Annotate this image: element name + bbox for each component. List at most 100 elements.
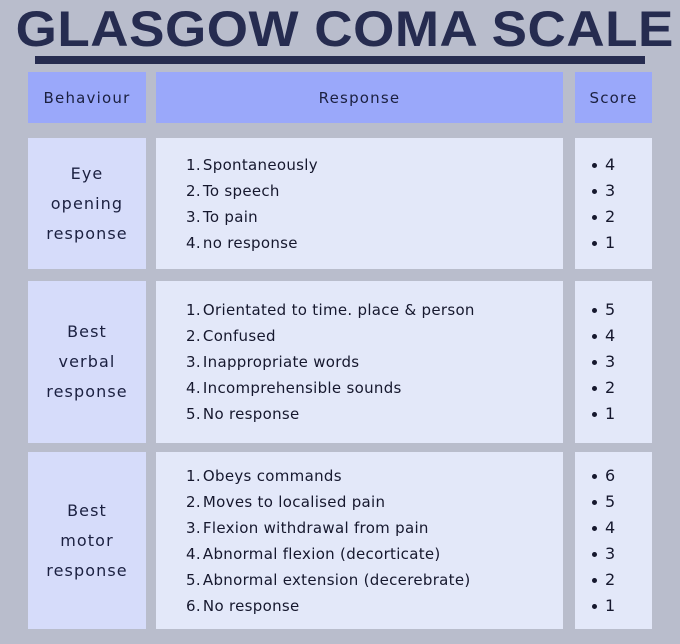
table-header-row: Behaviour Response Score <box>0 72 680 123</box>
response-item-text: Obeys commands <box>202 466 342 485</box>
score-cell: 4321 <box>575 138 652 269</box>
header-label-score: Score <box>589 88 638 107</box>
score-list-item: 3 <box>591 178 615 204</box>
response-list-item: 3. To pain <box>186 204 318 230</box>
score-list-item: 4 <box>591 323 615 349</box>
response-list-item: 1. Orientated to time. place & person <box>186 297 475 323</box>
score-list-item: 5 <box>591 489 615 515</box>
response-item-number: 5. <box>186 405 201 423</box>
response-list-item: 2. To speech <box>186 178 318 204</box>
score-list-item: 4 <box>591 152 615 178</box>
behaviour-label: Best verbal response <box>46 317 127 407</box>
score-list-item: 1 <box>591 401 615 427</box>
table-row: Eye opening response 1. Spontaneously 2. To sp… <box>0 138 680 269</box>
response-list-item: 1. Obeys commands <box>186 463 471 489</box>
response-cell: 1. Orientated to time. place & person 2. Co… <box>156 281 563 443</box>
response-item-text: Abnormal flexion (decorticate) <box>202 544 441 563</box>
response-item-number: 3. <box>186 353 201 371</box>
header-cell-response: Response <box>156 72 563 123</box>
behaviour-label: Best motor response <box>46 496 127 586</box>
header-label-response: Response <box>318 88 401 107</box>
response-list-item: 4. Incomprehensible sounds <box>186 375 475 401</box>
score-list: 654321 <box>575 463 615 619</box>
response-list-item: 5. Abnormal extension (decerebrate) <box>186 567 471 593</box>
response-item-text: Moves to localised pain <box>202 492 386 511</box>
response-list-item: 5. No response <box>186 401 475 427</box>
table-row: Best motor response 1. Obeys commands 2. Moves… <box>0 452 680 629</box>
response-item-text: To speech <box>202 181 280 200</box>
response-item-number: 4. <box>186 544 201 563</box>
response-item-number: 1. <box>186 466 201 485</box>
behaviour-label-line: Eye <box>70 163 104 183</box>
response-item-text: Incomprehensible sounds <box>202 379 402 397</box>
response-list-item: 6. No response <box>186 593 471 619</box>
response-cell: 1. Spontaneously 2. To speech 3. To pain 4. no … <box>156 138 563 269</box>
response-item-text: Orientated to time. place & person <box>202 301 475 319</box>
response-item-number: 4. <box>186 379 201 397</box>
response-item-number: 1. <box>186 301 201 319</box>
score-list-item: 1 <box>591 230 615 256</box>
response-item-text: To pain <box>202 207 258 226</box>
score-list-item: 5 <box>591 297 615 323</box>
score-list-item: 1 <box>591 593 615 619</box>
response-item-number: 1. <box>186 155 201 174</box>
response-cell: 1. Obeys commands 2. Moves to localised pai… <box>156 452 563 629</box>
behaviour-label-line: motor <box>60 530 114 550</box>
score-list-item: 4 <box>591 515 615 541</box>
behaviour-label-line: response <box>46 560 128 580</box>
response-list-item: 4. no response <box>186 230 318 256</box>
score-list-item: 6 <box>591 463 615 489</box>
response-item-text: no response <box>202 233 298 252</box>
response-item-number: 2. <box>186 492 201 511</box>
table-row: Best verbal response 1. Orientated to time. … <box>0 281 680 443</box>
header-cell-score: Score <box>575 72 652 123</box>
response-list: 1. Orientated to time. place & person 2. Co… <box>156 297 475 427</box>
response-list: 1. Obeys commands 2. Moves to localised pai… <box>156 463 471 619</box>
behaviour-label-line: Best <box>67 500 107 520</box>
response-item-text: No response <box>202 405 300 423</box>
behaviour-label-line: response <box>46 382 128 401</box>
behaviour-label-line: response <box>46 223 128 243</box>
response-list-item: 4. Abnormal flexion (decorticate) <box>186 541 471 567</box>
response-list: 1. Spontaneously 2. To speech 3. To pain 4. no … <box>156 152 318 256</box>
response-item-text: Confused <box>202 327 276 345</box>
response-list-item: 3. Inappropriate words <box>186 349 475 375</box>
response-item-text: Flexion withdrawal from pain <box>202 518 429 537</box>
score-list-item: 2 <box>591 567 615 593</box>
response-item-text: Spontaneously <box>202 155 318 174</box>
response-item-number: 3. <box>186 518 201 537</box>
score-cell: 654321 <box>575 452 652 629</box>
score-list: 4321 <box>575 152 615 256</box>
response-item-number: 2. <box>186 181 201 200</box>
score-list-item: 2 <box>591 204 615 230</box>
score-list-item: 3 <box>591 541 615 567</box>
response-list-item: 2. Confused <box>186 323 475 349</box>
response-item-text: Abnormal extension (decerebrate) <box>202 570 471 589</box>
behaviour-cell: Eye opening response <box>28 138 146 269</box>
response-item-number: 2. <box>186 327 201 345</box>
behaviour-cell: Best verbal response <box>28 281 146 443</box>
response-list-item: 3. Flexion withdrawal from pain <box>186 515 471 541</box>
score-list-item: 2 <box>591 375 615 401</box>
response-item-number: 3. <box>186 207 201 226</box>
response-item-number: 4. <box>186 233 201 252</box>
score-list-item: 3 <box>591 349 615 375</box>
behaviour-label-line: Best <box>67 322 107 341</box>
behaviour-cell: Best motor response <box>28 452 146 629</box>
title-underline-rule <box>35 56 645 64</box>
response-item-text: No response <box>202 596 300 615</box>
score-list: 54321 <box>575 297 615 427</box>
behaviour-label-line: opening <box>50 193 124 213</box>
behaviour-label: Eye opening response <box>46 159 127 249</box>
behaviour-label-line: verbal <box>58 352 116 371</box>
response-list-item: 1. Spontaneously <box>186 152 318 178</box>
response-item-number: 5. <box>186 570 201 589</box>
header-label-behaviour: Behaviour <box>43 88 131 107</box>
response-list-item: 2. Moves to localised pain <box>186 489 471 515</box>
response-item-text: Inappropriate words <box>202 353 360 371</box>
score-cell: 54321 <box>575 281 652 443</box>
response-item-number: 6. <box>186 596 201 615</box>
page-title: GLASGOW COMA SCALE <box>15 1 674 57</box>
header-cell-behaviour: Behaviour <box>28 72 146 123</box>
title-banner: GLASGOW COMA SCALE <box>0 0 680 66</box>
